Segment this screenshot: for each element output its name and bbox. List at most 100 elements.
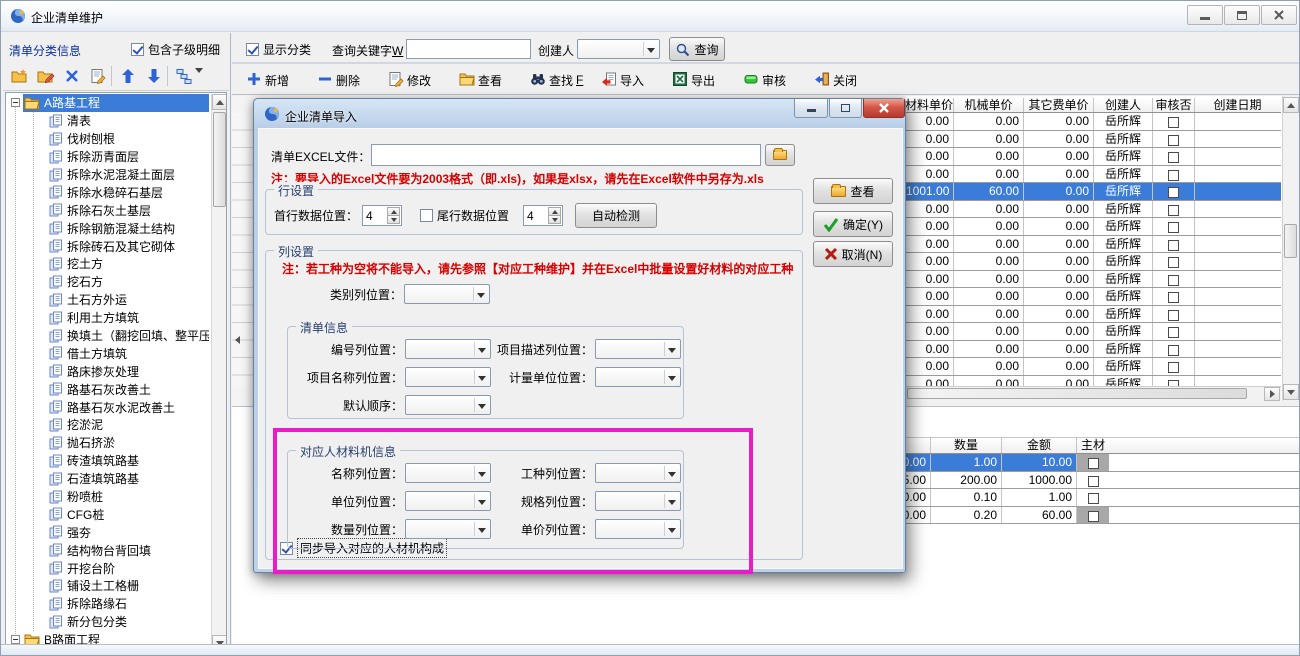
- chevron-down-icon[interactable]: [195, 73, 203, 91]
- add-button[interactable]: 新增: [246, 71, 312, 90]
- audit-checkbox[interactable]: [1168, 275, 1179, 286]
- audit-checkbox[interactable]: [1168, 240, 1179, 251]
- scroll-down-button[interactable]: [1283, 384, 1299, 400]
- tree-item[interactable]: 拆除水稳碎石基层: [6, 183, 209, 201]
- column-header[interactable]: 主材: [1077, 438, 1109, 453]
- audit-checkbox[interactable]: [1168, 257, 1179, 268]
- audit-checkbox[interactable]: [1168, 135, 1179, 146]
- column-header[interactable]: 创建日期: [1195, 98, 1280, 112]
- expand-collapse-icon[interactable]: [11, 635, 20, 644]
- column-header[interactable]: 材料单价: [906, 98, 954, 112]
- tree-item[interactable]: 路床掺灰处理: [6, 362, 209, 380]
- tree-item[interactable]: 挖石方: [6, 273, 209, 291]
- table-row[interactable]: 0.000.000.00岳所辉: [906, 201, 1281, 219]
- import-button[interactable]: 导入: [601, 71, 667, 90]
- list-column-dropdown[interactable]: [595, 367, 681, 387]
- table-row[interactable]: 0.000.000.00岳所辉: [906, 218, 1281, 236]
- tree-item[interactable]: 石渣填筑路基: [6, 470, 209, 488]
- table-row[interactable]: 0.000.000.00岳所辉: [906, 253, 1281, 271]
- list-column-dropdown[interactable]: [595, 339, 681, 359]
- audit-checkbox[interactable]: [1168, 170, 1179, 181]
- ok-button[interactable]: 确定(Y): [813, 211, 893, 237]
- tree-item[interactable]: A路基工程: [6, 94, 209, 112]
- column-header[interactable]: 其它费单价: [1024, 98, 1094, 112]
- table-row[interactable]: 0.000.000.00岳所辉: [906, 376, 1281, 387]
- tree-item[interactable]: 路基石灰水泥改善土: [6, 398, 209, 416]
- scrollbar-thumb[interactable]: [213, 112, 226, 207]
- audit-checkbox[interactable]: [1168, 292, 1179, 303]
- tree-item[interactable]: 挖淤泥: [6, 416, 209, 434]
- include-sub-checkbox[interactable]: 包含子级明细: [131, 41, 220, 59]
- tree-item[interactable]: 强夯: [6, 523, 209, 541]
- tree-item[interactable]: 新分包分类: [6, 613, 209, 631]
- main-material-checkbox[interactable]: [1088, 476, 1099, 487]
- search-button[interactable]: 查询: [669, 37, 725, 61]
- column-header[interactable]: [906, 438, 931, 453]
- table-row[interactable]: 0.000.000.00岳所辉: [906, 306, 1281, 324]
- tree-item[interactable]: 拆除钢筋混凝土结构: [6, 219, 209, 237]
- cancel-button[interactable]: 取消(N): [813, 241, 893, 267]
- scrollbar-thumb[interactable]: [907, 388, 1247, 399]
- tree-item[interactable]: 清表: [6, 112, 209, 130]
- column-header[interactable]: 数量: [931, 438, 1002, 453]
- rcj-column-dropdown[interactable]: [595, 491, 681, 511]
- dialog-minimize-button[interactable]: [794, 99, 828, 118]
- tree-toolbar-delete-x-button[interactable]: [61, 65, 83, 87]
- view-button[interactable]: 查看: [459, 72, 525, 89]
- tree-toolbar-edit-folder-button[interactable]: [35, 65, 57, 87]
- tree-toolbar-arrow-up-button[interactable]: [117, 65, 139, 87]
- first-row-spinner[interactable]: 4: [362, 205, 402, 226]
- spin-down-button[interactable]: [548, 215, 561, 224]
- audit-checkbox[interactable]: [1168, 117, 1179, 128]
- column-header[interactable]: 金额: [1002, 438, 1077, 453]
- table-row[interactable]: 0.000.000.00岳所辉: [906, 323, 1281, 341]
- tree-item[interactable]: 拆除水泥混凝土面层: [6, 166, 209, 184]
- scroll-up-button[interactable]: [212, 94, 227, 110]
- tail-row-checkbox[interactable]: [420, 209, 433, 222]
- scroll-up-button[interactable]: [1283, 97, 1299, 113]
- tree-vertical-scrollbar[interactable]: [211, 94, 227, 652]
- view-button[interactable]: 查看: [813, 178, 893, 204]
- browse-button[interactable]: [765, 144, 795, 166]
- audit-checkbox[interactable]: [1168, 310, 1179, 321]
- table-row[interactable]: 0.000.000.00岳所辉: [906, 113, 1281, 131]
- tree-item[interactable]: 拆除路缘石: [6, 595, 209, 613]
- rcj-column-dropdown[interactable]: [595, 463, 681, 483]
- tree-toolbar-doc-edit-button[interactable]: [87, 65, 109, 87]
- tail-row-spinner[interactable]: 4: [523, 205, 563, 226]
- rcj-column-dropdown[interactable]: [405, 463, 491, 483]
- tree-item[interactable]: 拆除石灰土基层: [6, 201, 209, 219]
- main-material-checkbox[interactable]: [1088, 493, 1099, 504]
- audit-checkbox[interactable]: [1168, 205, 1179, 216]
- expand-collapse-icon[interactable]: [11, 98, 20, 107]
- column-header[interactable]: 机械单价: [954, 98, 1024, 112]
- table-row[interactable]: 0.000.101.00: [906, 489, 1300, 507]
- table-row[interactable]: 1001.0060.000.00岳所辉: [906, 183, 1281, 201]
- tree-toolbar-levels-button[interactable]: [173, 65, 195, 87]
- column-header[interactable]: 审核否: [1153, 98, 1195, 112]
- grid-horizontal-scrollbar[interactable]: [906, 386, 1281, 401]
- table-row[interactable]: 0.000.000.00岳所辉: [906, 358, 1281, 376]
- audit-button[interactable]: 审核: [743, 71, 809, 90]
- table-row[interactable]: 0.000.2060.00: [906, 507, 1300, 525]
- list-column-dropdown[interactable]: [405, 339, 491, 359]
- main-material-checkbox[interactable]: [1088, 511, 1099, 522]
- tree-item[interactable]: 铺设土工格栅: [6, 577, 209, 595]
- table-row[interactable]: 0.000.000.00岳所辉: [906, 271, 1281, 289]
- auto-detect-button[interactable]: 自动检测: [575, 203, 657, 228]
- audit-checkbox[interactable]: [1168, 152, 1179, 163]
- scrollbar-thumb[interactable]: [1284, 224, 1297, 258]
- list-column-dropdown[interactable]: [405, 395, 491, 415]
- close-button[interactable]: 关闭: [814, 71, 880, 90]
- rcj-column-dropdown[interactable]: [595, 519, 681, 539]
- column-header[interactable]: 创建人: [1094, 98, 1153, 112]
- list-column-dropdown[interactable]: [405, 367, 491, 387]
- table-row[interactable]: 0.001.0010.00: [906, 454, 1300, 472]
- tree-item[interactable]: 路基石灰改善土: [6, 380, 209, 398]
- category-column-dropdown[interactable]: [404, 284, 490, 304]
- table-row[interactable]: 0.000.000.00岳所辉: [906, 148, 1281, 166]
- table-row[interactable]: 0.000.000.00岳所辉: [906, 236, 1281, 254]
- tree-item[interactable]: 结构物台背回填: [6, 541, 209, 559]
- tree-item[interactable]: 拆除沥青面层: [6, 148, 209, 166]
- dialog-maximize-button[interactable]: [829, 99, 862, 118]
